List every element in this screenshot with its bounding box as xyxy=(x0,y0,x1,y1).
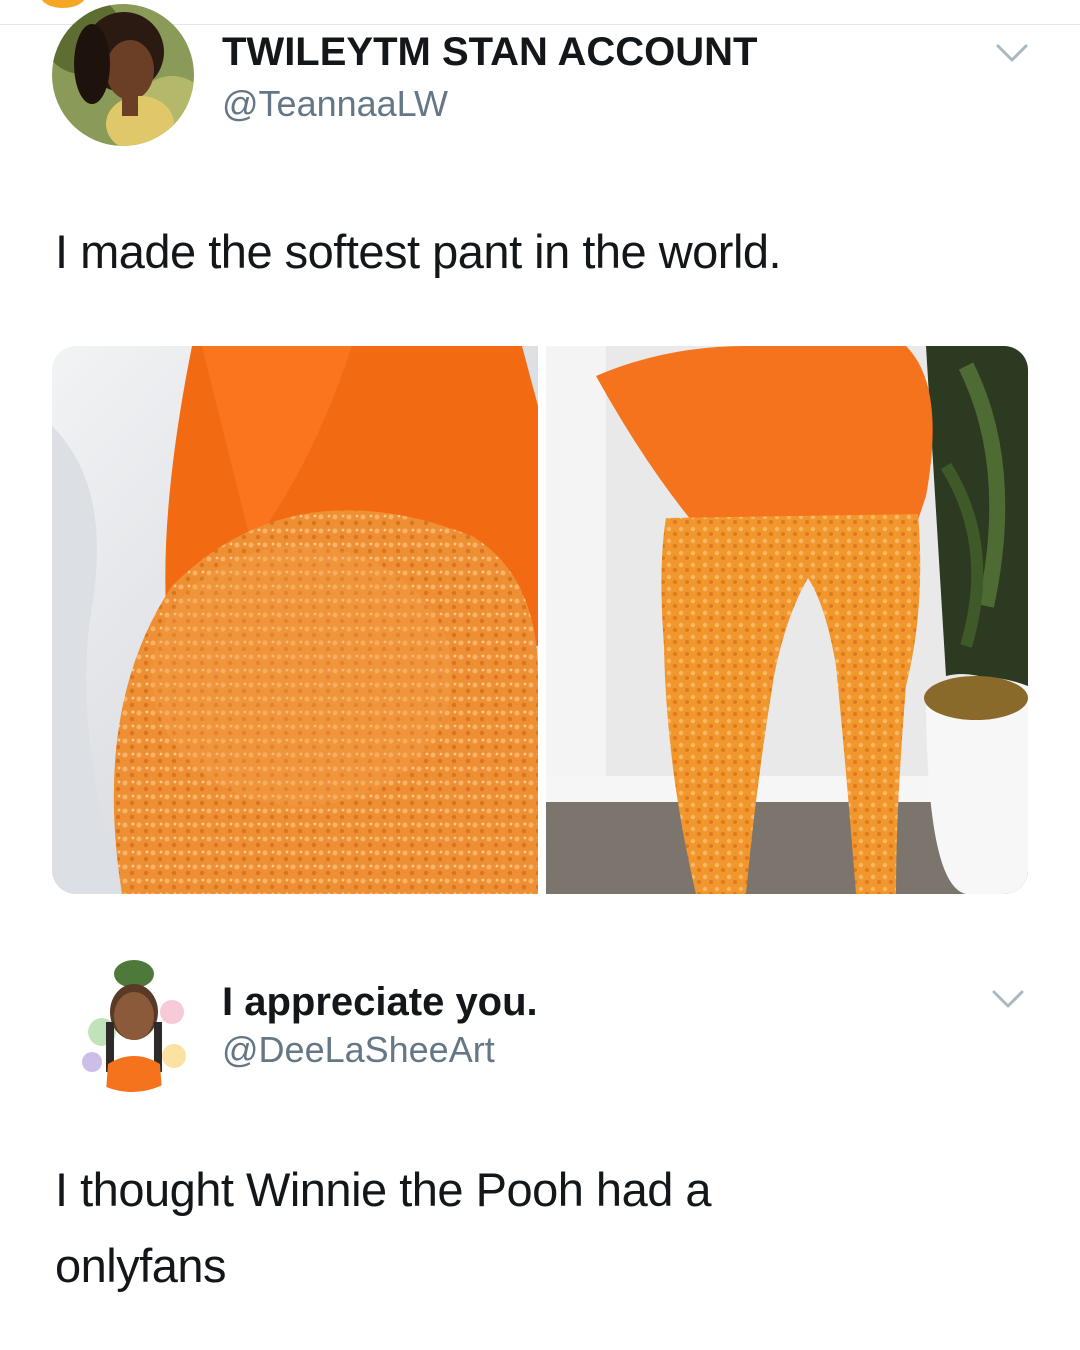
avatar-deelasheeart[interactable] xyxy=(62,952,202,1092)
photo-orange-fuzzy-pants-full xyxy=(546,346,1028,894)
tweet-photo-2[interactable] xyxy=(546,346,1028,894)
reply-user-handle[interactable]: @DeeLaSheeArt xyxy=(222,1028,495,1072)
chevron-down-icon[interactable] xyxy=(986,984,1030,1014)
user-handle[interactable]: @TeannaaLW xyxy=(222,82,448,126)
reply-text-line-1: I thought Winnie the Pooh had a xyxy=(55,1163,712,1216)
avatar-illustration xyxy=(62,952,202,1092)
reply-header: I appreciate you. @DeeLaSheeArt xyxy=(52,950,1032,1092)
photo-orange-fuzzy-pants-closeup xyxy=(52,346,538,894)
tweet-photo-1[interactable] xyxy=(52,346,538,894)
tweet-text: I made the softest pant in the world. xyxy=(55,225,782,278)
reply-text-line-2: onlyfans xyxy=(55,1239,227,1292)
chevron-down-icon[interactable] xyxy=(990,38,1034,68)
media-grid xyxy=(52,346,1028,894)
tweet-header: TWILEYTM STAN ACCOUNT @TeannaaLW xyxy=(52,0,1034,146)
display-name[interactable]: TWILEYTM STAN ACCOUNT xyxy=(222,28,758,76)
avatar-image xyxy=(52,4,194,146)
avatar-twileytm[interactable] xyxy=(52,4,194,146)
reply-text: I thought Winnie the Pooh had a onlyfans xyxy=(55,1152,1035,1304)
reply-display-name[interactable]: I appreciate you. xyxy=(222,978,538,1026)
